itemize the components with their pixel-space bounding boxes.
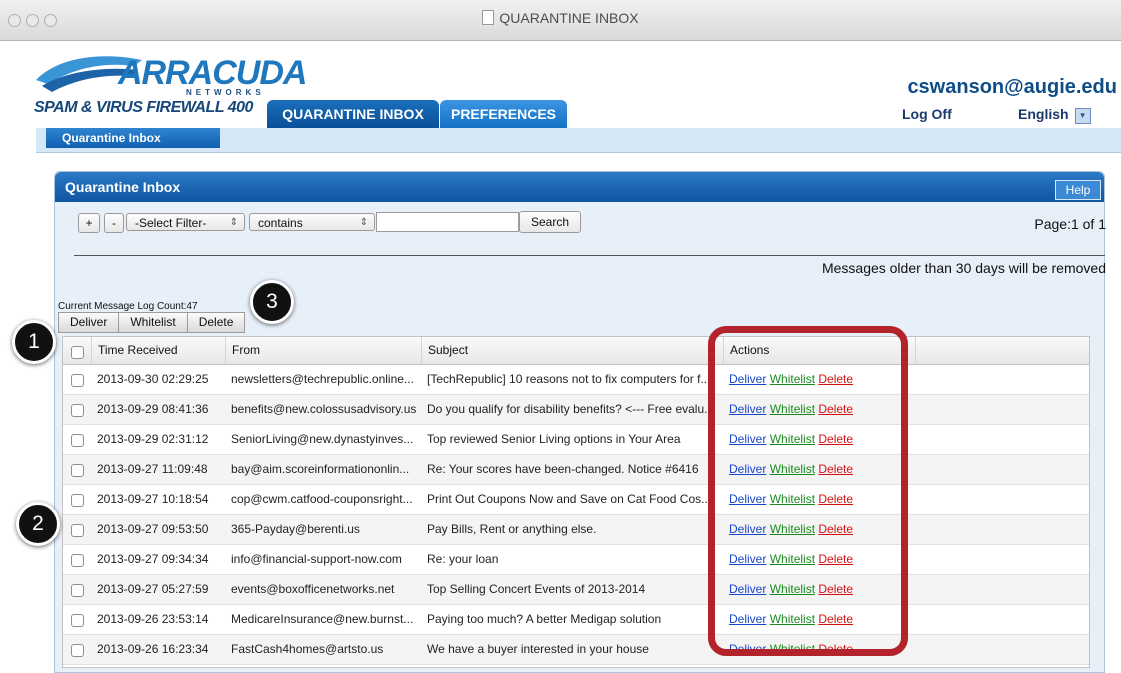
callout-1: 1 — [12, 320, 56, 364]
table-row[interactable]: 2013-09-26 23:53:14 MedicareInsurance@new… — [63, 605, 1089, 635]
barracuda-logo[interactable]: ARRACUDA NETWORKS SPAM & VIRUS FIREWALL … — [34, 50, 307, 120]
column-from[interactable]: From — [225, 337, 421, 364]
from-cell: benefits@new.colossusadvisory.us — [231, 402, 417, 416]
callout-3: 3 — [250, 280, 294, 324]
filter-field-select[interactable]: -Select Filter- ⇕ — [126, 213, 245, 231]
filter-field-value: -Select Filter- — [135, 216, 207, 230]
select-arrows-icon: ⇕ — [229, 217, 238, 228]
select-arrows-icon: ⇕ — [359, 217, 368, 228]
window-titlebar: QUARANTINE INBOX — [0, 0, 1121, 41]
subject-cell: Do you qualify for disability benefits? … — [427, 402, 715, 416]
subject-cell: Top reviewed Senior Living options in Yo… — [427, 432, 681, 446]
table-row[interactable]: 2013-09-27 11:09:48 bay@aim.scoreinformat… — [63, 455, 1089, 485]
bulk-deliver-button[interactable]: Deliver — [59, 313, 120, 332]
table-row[interactable]: 2013-09-29 08:41:36 benefits@new.colossus… — [63, 395, 1089, 425]
column-time-received[interactable]: Time Received — [91, 337, 225, 364]
subject-cell: We have a buyer interested in your house — [427, 642, 649, 656]
callout-2: 2 — [16, 502, 60, 546]
row-checkbox[interactable] — [71, 644, 84, 657]
from-cell: cop@cwm.catfood-couponsright... — [231, 492, 413, 506]
panel-title: Quarantine Inbox — [65, 179, 181, 195]
subnav-bar: Quarantine Inbox — [36, 128, 1121, 153]
subject-cell: Paying too much? A better Medigap soluti… — [427, 612, 662, 626]
table-header: Time Received From Subject Actions — [63, 337, 1089, 365]
time-received-cell: 2013-09-27 10:18:54 — [97, 492, 209, 506]
from-cell: info@financial-support-now.com — [231, 552, 402, 566]
time-received-cell: 2013-09-27 09:34:34 — [97, 552, 209, 566]
from-cell: MedicareInsurance@new.burnst... — [231, 612, 414, 626]
message-log-count: Current Message Log Count:47 — [58, 301, 198, 312]
bulk-action-bar: Deliver Whitelist Delete — [58, 312, 246, 333]
logo-networks: NETWORKS — [186, 88, 265, 97]
tab-quarantine-inbox[interactable]: QUARANTINE INBOX — [267, 100, 439, 128]
table-row[interactable]: 2013-09-26 16:23:34 FastCash4homes@artsto… — [63, 635, 1089, 665]
actions-highlight-frame — [708, 326, 908, 656]
row-checkbox[interactable] — [71, 374, 84, 387]
select-all-checkbox[interactable] — [71, 346, 84, 359]
from-cell: bay@aim.scoreinformationonlin... — [231, 462, 410, 476]
row-checkbox[interactable] — [71, 404, 84, 417]
subtab-quarantine-inbox[interactable]: Quarantine Inbox — [46, 128, 220, 148]
remove-filter-button[interactable]: - — [104, 213, 124, 233]
from-cell: newsletters@techrepublic.online... — [231, 372, 414, 386]
time-received-cell: 2013-09-27 05:27:59 — [97, 582, 209, 596]
row-checkbox[interactable] — [71, 464, 84, 477]
table-row[interactable]: 2013-09-27 10:18:54 cop@cwm.catfood-coupo… — [63, 485, 1089, 515]
search-button[interactable]: Search — [519, 211, 581, 233]
language-value: English — [1018, 106, 1069, 122]
chevron-down-icon[interactable]: ▼ — [1074, 108, 1091, 124]
subject-cell: Print Out Coupons Now and Save on Cat Fo… — [427, 492, 712, 506]
time-received-cell: 2013-09-29 02:31:12 — [97, 432, 209, 446]
tab-preferences[interactable]: PREFERENCES — [440, 100, 567, 128]
subject-cell: Top Selling Concert Events of 2013-2014 — [427, 582, 646, 596]
subject-cell: Pay Bills, Rent or anything else. — [427, 522, 597, 536]
table-row[interactable]: 2013-09-29 02:31:12 SeniorLiving@new.dyna… — [63, 425, 1089, 455]
search-input[interactable] — [376, 212, 519, 232]
user-email: cswanson@augie.edu — [907, 76, 1117, 98]
table-row[interactable]: 2013-09-27 09:34:34 info@financial-suppor… — [63, 545, 1089, 575]
product-name: SPAM & VIRUS FIREWALL 400 — [34, 99, 253, 116]
row-checkbox[interactable] — [71, 524, 84, 537]
panel-header: Quarantine Inbox Help — [55, 172, 1104, 202]
column-subject[interactable]: Subject — [421, 337, 723, 364]
divider — [74, 255, 1105, 256]
from-cell: SeniorLiving@new.dynastyinves... — [231, 432, 414, 446]
filter-operator-select[interactable]: contains ⇕ — [249, 213, 375, 231]
quarantine-table: Time Received From Subject Actions 2013-… — [62, 336, 1090, 668]
window-title-text: QUARANTINE INBOX — [499, 10, 639, 26]
row-checkbox[interactable] — [71, 434, 84, 447]
time-received-cell: 2013-09-30 02:29:25 — [97, 372, 209, 386]
logoff-link[interactable]: Log Off — [902, 106, 952, 122]
row-checkbox[interactable] — [71, 494, 84, 507]
row-checkbox[interactable] — [71, 554, 84, 567]
from-cell: 365-Payday@berenti.us — [231, 522, 360, 536]
from-cell: events@boxofficenetworks.net — [231, 582, 395, 596]
time-received-cell: 2013-09-27 11:09:48 — [97, 462, 208, 476]
subject-cell: [TechRepublic] 10 reasons not to fix com… — [427, 372, 711, 386]
row-checkbox[interactable] — [71, 584, 84, 597]
add-filter-button[interactable]: + — [78, 213, 100, 233]
document-icon — [482, 10, 495, 25]
table-row[interactable]: 2013-09-27 09:53:50 365-Payday@berenti.us… — [63, 515, 1089, 545]
help-button[interactable]: Help — [1055, 180, 1101, 200]
row-checkbox[interactable] — [71, 614, 84, 627]
bulk-delete-button[interactable]: Delete — [188, 313, 245, 332]
window-title: QUARANTINE INBOX — [0, 10, 1121, 26]
filter-operator-value: contains — [258, 216, 303, 230]
retention-notice: Messages older than 30 days will be remo… — [821, 260, 1106, 276]
time-received-cell: 2013-09-26 16:23:34 — [97, 642, 209, 656]
table-row[interactable]: 2013-09-27 05:27:59 events@boxofficenetwo… — [63, 575, 1089, 605]
bulk-whitelist-button[interactable]: Whitelist — [119, 313, 188, 332]
time-received-cell: 2013-09-29 08:41:36 — [97, 402, 209, 416]
time-received-cell: 2013-09-27 09:53:50 — [97, 522, 209, 536]
page-indicator: Page:1 of 1 — [1034, 216, 1106, 232]
language-select[interactable]: English ▼ — [1018, 106, 1091, 124]
table-row[interactable]: 2013-09-30 02:29:25 newsletters@techrepub… — [63, 365, 1089, 395]
subject-cell: Re: your loan — [427, 552, 499, 566]
from-cell: FastCash4homes@artsto.us — [231, 642, 384, 656]
subject-cell: Re: Your scores have been-changed. Notic… — [427, 462, 699, 476]
time-received-cell: 2013-09-26 23:53:14 — [97, 612, 209, 626]
column-filler — [915, 337, 1089, 364]
